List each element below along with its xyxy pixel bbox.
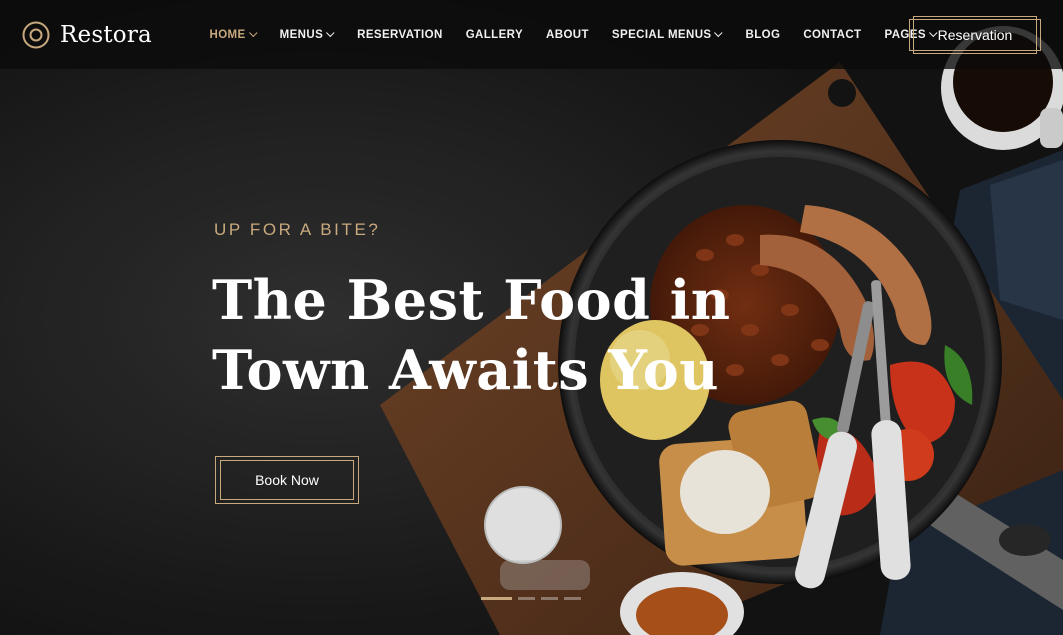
hero-headline-line2: Town Awaits You [212, 338, 720, 402]
nav-item-blog[interactable]: BLOG [734, 29, 792, 41]
top-navbar: Restora HOME MENUS RESERVATION GALLERY A… [0, 0, 1063, 69]
nav-item-home[interactable]: HOME [198, 28, 268, 41]
nav-item-label: RESERVATION [357, 28, 443, 41]
nav-item-label: MENUS [279, 28, 324, 41]
ring-logo-icon [22, 21, 50, 48]
nav-item-reservation[interactable]: RESERVATION [346, 29, 455, 41]
book-now-button[interactable]: Book Now [215, 456, 359, 504]
chevron-down-icon [714, 28, 724, 37]
slider-dots [481, 597, 581, 600]
nav-item-contact[interactable]: CONTACT [792, 29, 873, 41]
nav-item-gallery[interactable]: GALLERY [454, 29, 534, 41]
hero-headline-line1: The Best Food in [212, 268, 731, 332]
hero-kicker: UP FOR A BITE? [214, 220, 381, 239]
slider-dot-3[interactable] [541, 597, 558, 600]
nav-item-menus[interactable]: MENUS [268, 28, 346, 41]
nav-item-label: CONTACT [803, 28, 862, 41]
brand[interactable]: Restora [22, 21, 198, 49]
nav-item-label: HOME [209, 28, 246, 41]
slider-dot-1[interactable] [481, 597, 512, 600]
chevron-down-icon [326, 28, 335, 37]
nav-menu: HOME MENUS RESERVATION GALLERY ABOUT SPE… [198, 28, 948, 41]
chevron-down-icon [248, 28, 258, 37]
nav-item-about[interactable]: ABOUT [535, 29, 601, 41]
slider-dot-2[interactable] [518, 597, 535, 600]
slider-dot-4[interactable] [564, 597, 581, 600]
nav-item-label: GALLERY [465, 28, 524, 41]
reservation-button[interactable]: Reservation [909, 16, 1041, 54]
hero-headline: The Best Food in Town Awaits You [212, 265, 772, 405]
nav-item-label: ABOUT [546, 28, 589, 41]
nav-item-special-menus[interactable]: SPECIAL MENUS [600, 28, 734, 41]
nav-item-label: SPECIAL MENUS [611, 28, 712, 41]
hero-section: UP FOR A BITE? The Best Food in Town Awa… [0, 0, 1063, 635]
brand-name: Restora [60, 21, 152, 48]
nav-item-label: BLOG [745, 28, 781, 41]
